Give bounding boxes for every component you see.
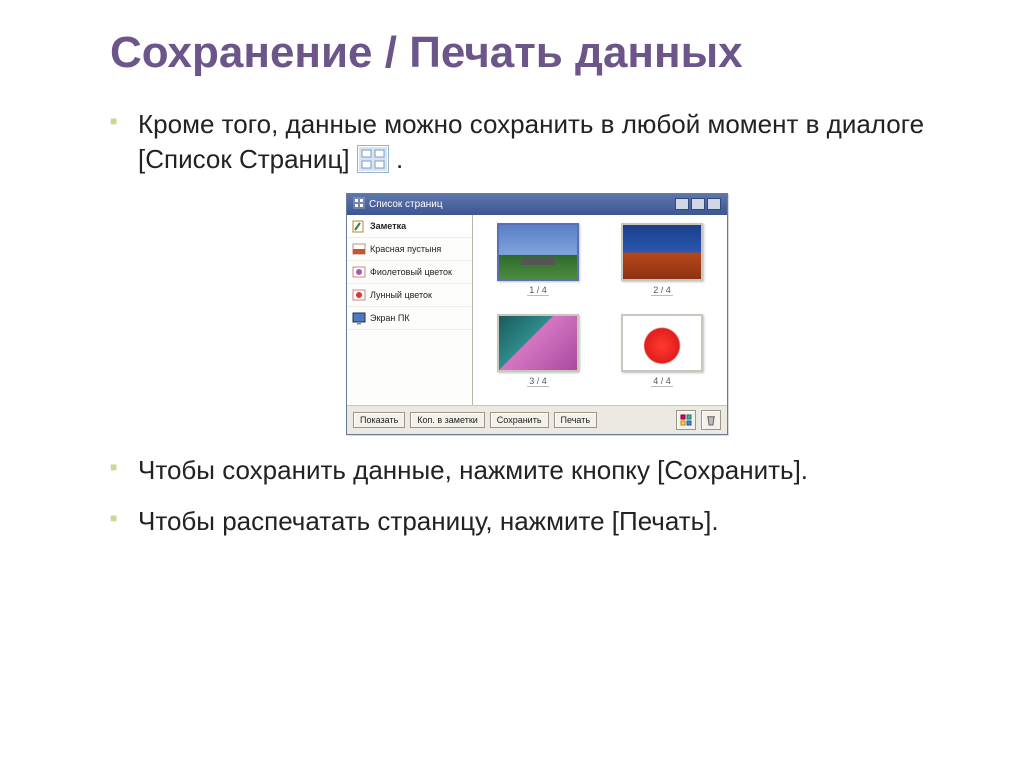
dialog-title: Список страниц: [369, 199, 443, 210]
sidebar-label-1: Красная пустыня: [370, 244, 441, 254]
thumbnail-1[interactable]: [497, 223, 579, 281]
minimize-button[interactable]: [675, 198, 689, 210]
image-icon: [352, 265, 366, 279]
thumb-label-2: 2 / 4: [651, 285, 673, 296]
thumbnail-2[interactable]: [621, 223, 703, 281]
show-button[interactable]: Показать: [353, 412, 405, 428]
close-button[interactable]: [707, 198, 721, 210]
page-list-dialog: Список страниц Заметка Красная пу: [346, 193, 728, 435]
thumbnail-3[interactable]: [497, 314, 579, 372]
bullet-1: Кроме того, данные можно сохранить в люб…: [110, 107, 964, 177]
thumb-label-4: 4 / 4: [651, 376, 673, 387]
sidebar-item-note[interactable]: Заметка: [347, 215, 472, 238]
dialog-titlebar: Список страниц: [347, 194, 727, 215]
page-title: Сохранение / Печать данных: [110, 28, 964, 79]
image-icon: [352, 288, 366, 302]
sidebar-label-2: Фиолетовый цветок: [370, 267, 452, 277]
grid-view-icon[interactable]: [676, 410, 696, 430]
dialog-buttonbar: Показать Коп. в заметки Сохранить Печать: [347, 405, 727, 434]
dialog-sidebar: Заметка Красная пустыня Фиолетовый цвето…: [347, 215, 473, 405]
sidebar-item-screen[interactable]: Экран ПК: [347, 307, 472, 330]
sidebar-item-violet[interactable]: Фиолетовый цветок: [347, 261, 472, 284]
thumbnail-grid: 1 / 4 2 / 4 3 / 4 4 / 4: [473, 215, 727, 405]
bullet-1-text-b: .: [396, 144, 403, 174]
save-button[interactable]: Сохранить: [490, 412, 549, 428]
sidebar-item-desert[interactable]: Красная пустыня: [347, 238, 472, 261]
sidebar-label-3: Лунный цветок: [370, 290, 432, 300]
thumbnail-4[interactable]: [621, 314, 703, 372]
copy-to-notes-button[interactable]: Коп. в заметки: [410, 412, 485, 428]
monitor-icon: [352, 311, 366, 325]
bullet-2: Чтобы сохранить данные, нажмите кнопку […: [110, 453, 964, 488]
app-icon: [353, 197, 365, 212]
sidebar-label-0: Заметка: [370, 221, 406, 231]
sidebar-item-moon[interactable]: Лунный цветок: [347, 284, 472, 307]
trash-icon[interactable]: [701, 410, 721, 430]
thumb-label-1: 1 / 4: [527, 285, 549, 296]
image-icon: [352, 242, 366, 256]
bullet-1-text-a: Кроме того, данные можно сохранить в люб…: [138, 109, 924, 174]
note-icon: [352, 219, 366, 233]
maximize-button[interactable]: [691, 198, 705, 210]
bullet-3: Чтобы распечатать страницу, нажмите [Печ…: [110, 504, 964, 539]
print-button[interactable]: Печать: [554, 412, 597, 428]
page-list-icon: [357, 145, 389, 173]
thumb-label-3: 3 / 4: [527, 376, 549, 387]
sidebar-label-4: Экран ПК: [370, 313, 410, 323]
